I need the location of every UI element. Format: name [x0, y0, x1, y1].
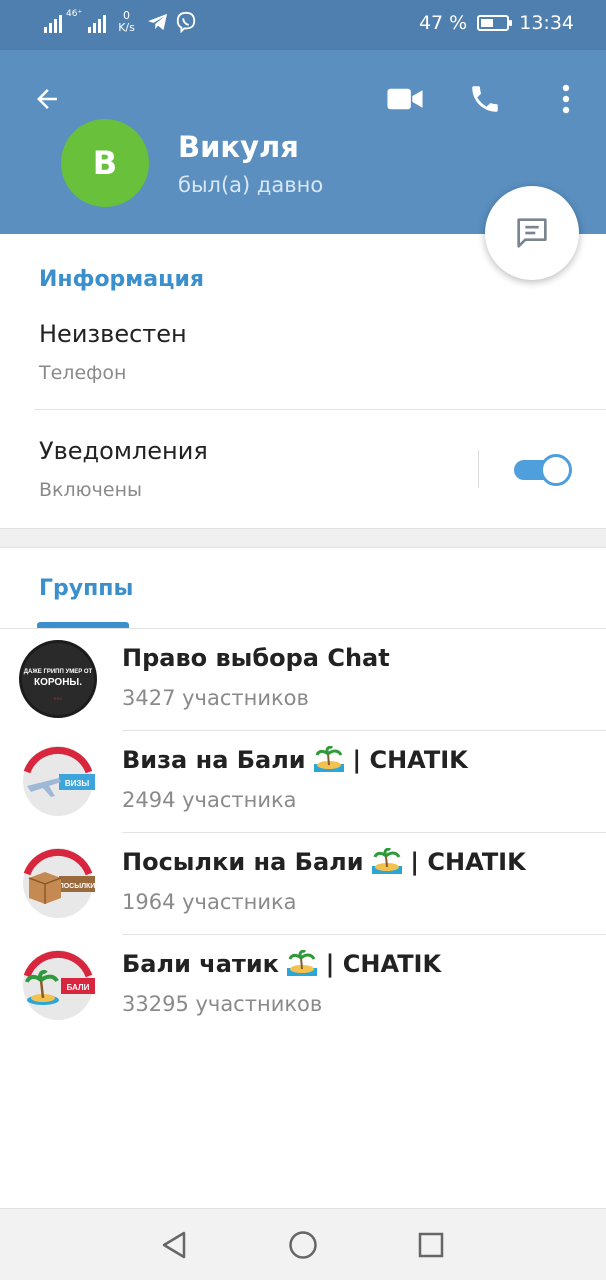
- message-icon: [517, 218, 547, 248]
- group-name: Бали чатик | CHATIK: [122, 949, 441, 982]
- group-name: Посылки на Бали | CHATIK: [122, 847, 526, 880]
- clock: 13:34: [519, 12, 574, 34]
- toggle-separator: [478, 450, 479, 488]
- divider: [34, 409, 606, 410]
- signal-icon: [44, 11, 62, 33]
- svg-text:БАЛИ: БАЛИ: [67, 983, 90, 992]
- more-button[interactable]: [546, 78, 586, 120]
- battery-percent: 47 %: [418, 12, 468, 34]
- svg-text:ПОСЫЛКИ: ПОСЫЛКИ: [59, 883, 96, 890]
- last-seen-status: был(а) давно: [178, 173, 324, 197]
- avatar[interactable]: В: [61, 119, 149, 207]
- notifications-label: Уведомления: [39, 437, 208, 465]
- more-vert-icon: [562, 84, 570, 114]
- info-section-title: Информация: [39, 267, 204, 292]
- svg-text:ДАЖЕ ГРИПП УМЕР ОТ: ДАЖЕ ГРИПП УМЕР ОТ: [24, 669, 93, 675]
- section-gap: [0, 528, 606, 548]
- group-member-count: 1964 участника: [122, 890, 297, 914]
- group-item[interactable]: ДАЖЕ ГРИПП УМЕР ОТ КОРОНЫ. RSV Право выб…: [0, 628, 606, 730]
- system-nav-bar: [0, 1208, 606, 1280]
- arrow-left-icon: [37, 89, 57, 109]
- phone-value: Неизвестен: [39, 320, 187, 348]
- svg-text:КОРОНЫ.: КОРОНЫ.: [34, 677, 82, 688]
- video-call-button[interactable]: [384, 78, 426, 120]
- nav-recents-button[interactable]: [413, 1227, 449, 1263]
- group-avatar: БАЛИ: [19, 946, 97, 1024]
- group-name: Право выбора Chat: [122, 644, 390, 672]
- group-member-count: 2494 участника: [122, 788, 297, 812]
- notifications-value: Включены: [39, 479, 142, 501]
- video-call-icon: [387, 88, 423, 110]
- group-avatar: ПОСЫЛКИ: [19, 844, 97, 922]
- viber-icon: [175, 11, 197, 33]
- svg-text:ВИЗЫ: ВИЗЫ: [65, 779, 90, 788]
- signal-icon-2: [88, 11, 107, 33]
- battery-icon: [477, 15, 513, 31]
- contact-name: Викуля: [178, 130, 299, 164]
- group-item[interactable]: ПОСЫЛКИ Посылки на Бали | CHATIK 1964 уч…: [0, 832, 606, 934]
- nav-back-button[interactable]: [156, 1227, 192, 1263]
- group-member-count: 3427 участников: [122, 686, 309, 710]
- home-circle-icon: [289, 1231, 317, 1259]
- phone-label: Телефон: [39, 362, 127, 384]
- palm-island-emoji-icon: [371, 847, 402, 880]
- palm-island-emoji-icon: [313, 745, 344, 778]
- telegram-icon: [147, 12, 169, 32]
- tab-groups[interactable]: Группы: [39, 576, 133, 601]
- group-avatar: ДАЖЕ ГРИПП УМЕР ОТ КОРОНЫ. RSV: [19, 640, 97, 718]
- svg-text:RSV: RSV: [54, 696, 63, 701]
- group-item[interactable]: БАЛИ Бали чатик | CHATIK 33295 участнико…: [0, 934, 606, 1036]
- notifications-toggle[interactable]: [514, 454, 572, 486]
- group-item[interactable]: ВИЗЫ Виза на Бали | CHATIK 2494 участник…: [0, 730, 606, 832]
- status-bar: 46⁺ 0 K/s 47 % 13:34: [0, 0, 606, 50]
- nav-home-button[interactable]: [285, 1227, 321, 1263]
- message-fab[interactable]: [485, 186, 579, 280]
- group-member-count: 33295 участников: [122, 992, 323, 1016]
- call-button[interactable]: [464, 78, 506, 120]
- group-avatar: ВИЗЫ: [19, 742, 97, 820]
- back-triangle-icon: [162, 1231, 186, 1259]
- network-type-label: 46⁺: [66, 8, 83, 19]
- phone-icon: [472, 86, 498, 112]
- group-name: Виза на Бали | CHATIK: [122, 745, 468, 778]
- palm-island-emoji-icon: [287, 949, 318, 982]
- recents-square-icon: [418, 1232, 444, 1258]
- back-button[interactable]: [26, 78, 68, 120]
- network-speed: 0 K/s: [118, 9, 135, 34]
